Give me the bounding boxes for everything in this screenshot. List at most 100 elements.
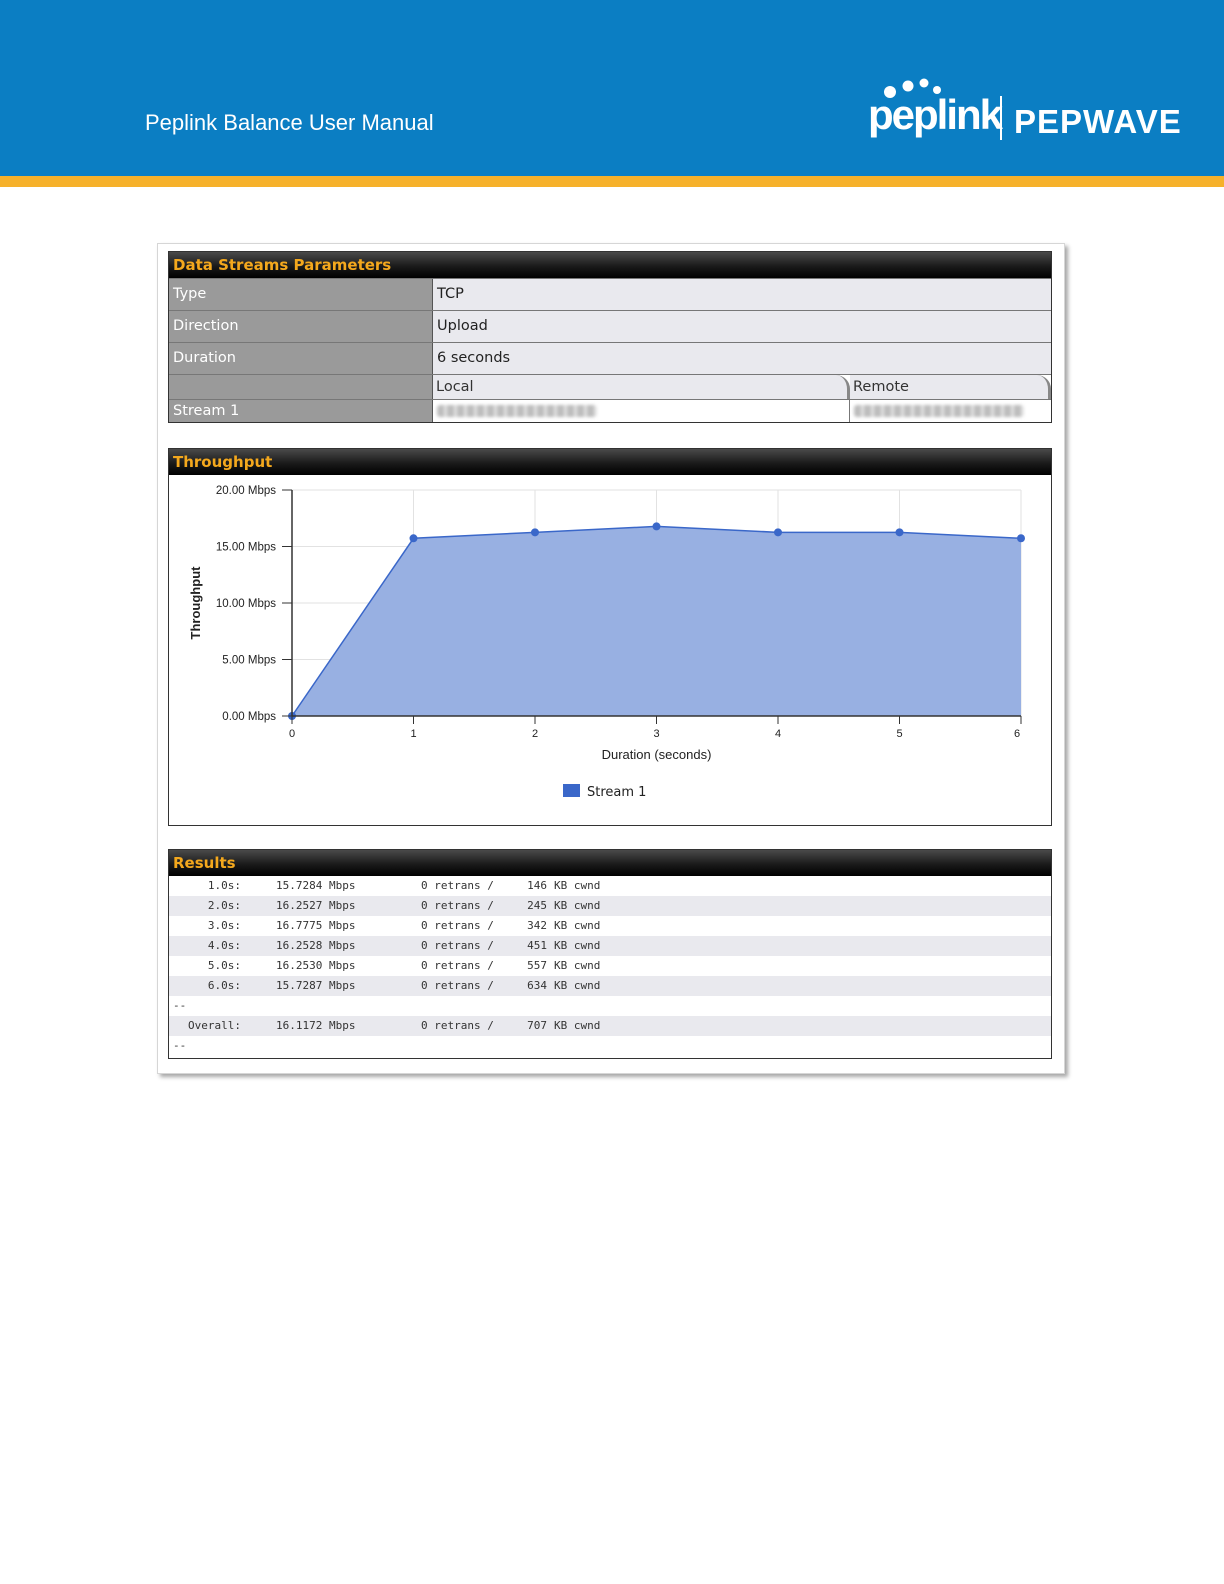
result-rate: 16.1172 Mbps <box>276 1019 356 1032</box>
header-banner: Peplink Balance User Manual peplink PEPW… <box>0 0 1224 176</box>
x-axis-title: Duration (seconds) <box>602 747 712 762</box>
result-row: 1.0s: 15.7284 Mbps 0 retrans / 146 KB cwnd <box>169 876 1051 896</box>
logo-divider <box>1000 96 1002 140</box>
result-kb: 245 <box>527 899 547 912</box>
param-value: Upload <box>433 311 1051 342</box>
result-retrans: 0 retrans / <box>421 1019 494 1032</box>
logo-pepwave: PEPWAVE <box>1014 103 1182 140</box>
result-cwnd: KB cwnd <box>554 1019 601 1032</box>
local-address-redacted <box>433 400 850 422</box>
legend-swatch <box>563 784 580 797</box>
result-cwnd: KB cwnd <box>554 919 601 932</box>
empty-label <box>169 375 433 399</box>
result-row: 2.0s: 16.2527 Mbps 0 retrans / 245 KB cwnd <box>169 896 1051 916</box>
remote-address-redacted <box>850 400 1051 422</box>
param-value: 6 seconds <box>433 343 1051 374</box>
throughput-chart: 0.00 Mbps5.00 Mbps10.00 Mbps15.00 Mbps20… <box>188 485 1025 800</box>
y-axis-title: Throughput <box>188 566 203 640</box>
result-retrans: 0 retrans / <box>421 879 494 892</box>
y-tick-label: 10.00 Mbps <box>216 598 276 610</box>
x-tick-label: 4 <box>775 728 781 740</box>
result-row: Overall: 16.1172 Mbps 0 retrans / 707 KB cwn… <box>169 1016 1051 1036</box>
result-retrans: 0 retrans / <box>421 919 494 932</box>
result-time: 5.0s: <box>207 959 241 972</box>
logo-peplink: peplink <box>868 91 1003 138</box>
redacted-bar <box>437 405 597 417</box>
y-tick-label: 0.00 Mbps <box>222 711 276 723</box>
data-streams-heading: Data Streams Parameters <box>169 252 1051 278</box>
stream-row: Stream 1 <box>169 399 1051 422</box>
stream-label: Stream 1 <box>169 400 433 422</box>
data-point <box>895 528 904 537</box>
param-label: Direction <box>169 311 433 342</box>
x-tick-label: 3 <box>653 728 659 740</box>
results-list: 1.0s: 15.7284 Mbps 0 retrans /146 KB cwnd 2.… <box>169 876 1051 1056</box>
result-rate: 16.2527 Mbps <box>276 899 356 912</box>
throughput-heading: Throughput <box>169 449 1051 475</box>
result-kb: 634 <box>527 979 547 992</box>
x-tick-label: 2 <box>532 728 538 740</box>
stream-column-headers: Local Remote <box>169 374 1051 399</box>
result-retrans: 0 retrans / <box>421 979 494 992</box>
results-panel: Results 1.0s: 15.7284 Mbps 0 retrans / 146 K… <box>168 849 1052 1059</box>
result-retrans: 0 retrans / <box>421 899 494 912</box>
y-tick-label: 15.00 Mbps <box>216 542 276 554</box>
param-row-direction: Direction Upload <box>169 310 1051 342</box>
param-value: TCP <box>433 279 1051 310</box>
result-row: 4.0s: 16.2528 Mbps 0 retrans / 451 KB cwnd <box>169 936 1051 956</box>
result-rate: 15.7284 Mbps <box>276 879 356 892</box>
result-kb: 557 <box>527 959 547 972</box>
result-cwnd: KB cwnd <box>554 959 601 972</box>
header-stripe <box>0 176 1224 187</box>
x-tick-label: 1 <box>410 728 416 740</box>
result-kb: 146 <box>527 879 547 892</box>
column-remote: Remote <box>850 375 1051 399</box>
redacted-bar <box>854 405 1024 417</box>
x-tick-label: 6 <box>1014 728 1020 740</box>
result-time: 4.0s: <box>207 939 241 952</box>
result-row: 6.0s: 15.7287 Mbps 0 retrans / 634 KB cwnd <box>169 976 1051 996</box>
result-rate: 16.2530 Mbps <box>276 959 356 972</box>
result-retrans: 0 retrans / <box>421 939 494 952</box>
data-point <box>1017 534 1025 543</box>
result-time: 6.0s: <box>207 979 241 992</box>
result-kb: 707 <box>527 1019 547 1032</box>
result-separator: -- <box>173 1039 187 1052</box>
data-point <box>774 528 782 537</box>
param-row-duration: Duration 6 seconds <box>169 342 1051 374</box>
data-point <box>409 534 418 543</box>
throughput-panel: Throughput 0.00 Mbps 5.00 Mbps 10.00 Mbps 1… <box>168 448 1052 826</box>
result-row: 3.0s: 16.7775 Mbps 0 retrans / 342 KB cwnd <box>169 916 1051 936</box>
param-label: Type <box>169 279 433 310</box>
result-rate: 16.2528 Mbps <box>276 939 356 952</box>
result-cwnd: KB cwnd <box>554 899 601 912</box>
legend-label: Stream 1 <box>587 785 646 800</box>
result-time: 3.0s: <box>207 919 241 932</box>
x-tick-label: 5 <box>896 728 902 740</box>
data-streams-panel: Data Streams Parameters Type TCP Directi… <box>168 251 1052 423</box>
result-rate: 15.7287 Mbps <box>276 979 356 992</box>
result-cwnd: KB cwnd <box>554 979 601 992</box>
param-row-type: Type TCP <box>169 278 1051 310</box>
results-heading: Results <box>169 850 1051 876</box>
result-separator: -- <box>173 999 187 1012</box>
manual-title: Peplink Balance User Manual <box>145 110 434 135</box>
result-retrans: 0 retrans / <box>421 959 494 972</box>
result-time: 2.0s: <box>207 899 241 912</box>
x-tick-label: 0 <box>289 728 295 740</box>
result-row: 5.0s: 16.2530 Mbps 0 retrans / 557 KB cwnd <box>169 956 1051 976</box>
data-point <box>652 522 661 531</box>
column-local: Local <box>433 375 850 399</box>
result-time: 1.0s: <box>207 879 241 892</box>
result-cwnd: KB cwnd <box>554 879 601 892</box>
result-rate: 16.7775 Mbps <box>276 919 356 932</box>
result-cwnd: KB cwnd <box>554 939 601 952</box>
y-tick-label: 5.00 Mbps <box>222 655 276 667</box>
speedtest-screenshot: Data Streams Parameters Type TCP Directi… <box>157 243 1065 1074</box>
data-point <box>531 528 539 537</box>
result-kb: 451 <box>527 939 547 952</box>
result-time: Overall: <box>188 1019 241 1032</box>
y-tick-label: 20.00 Mbps <box>216 485 276 497</box>
peplink-pepwave-logo: peplink PEPWAVE <box>868 76 1188 146</box>
result-kb: 342 <box>527 919 547 932</box>
